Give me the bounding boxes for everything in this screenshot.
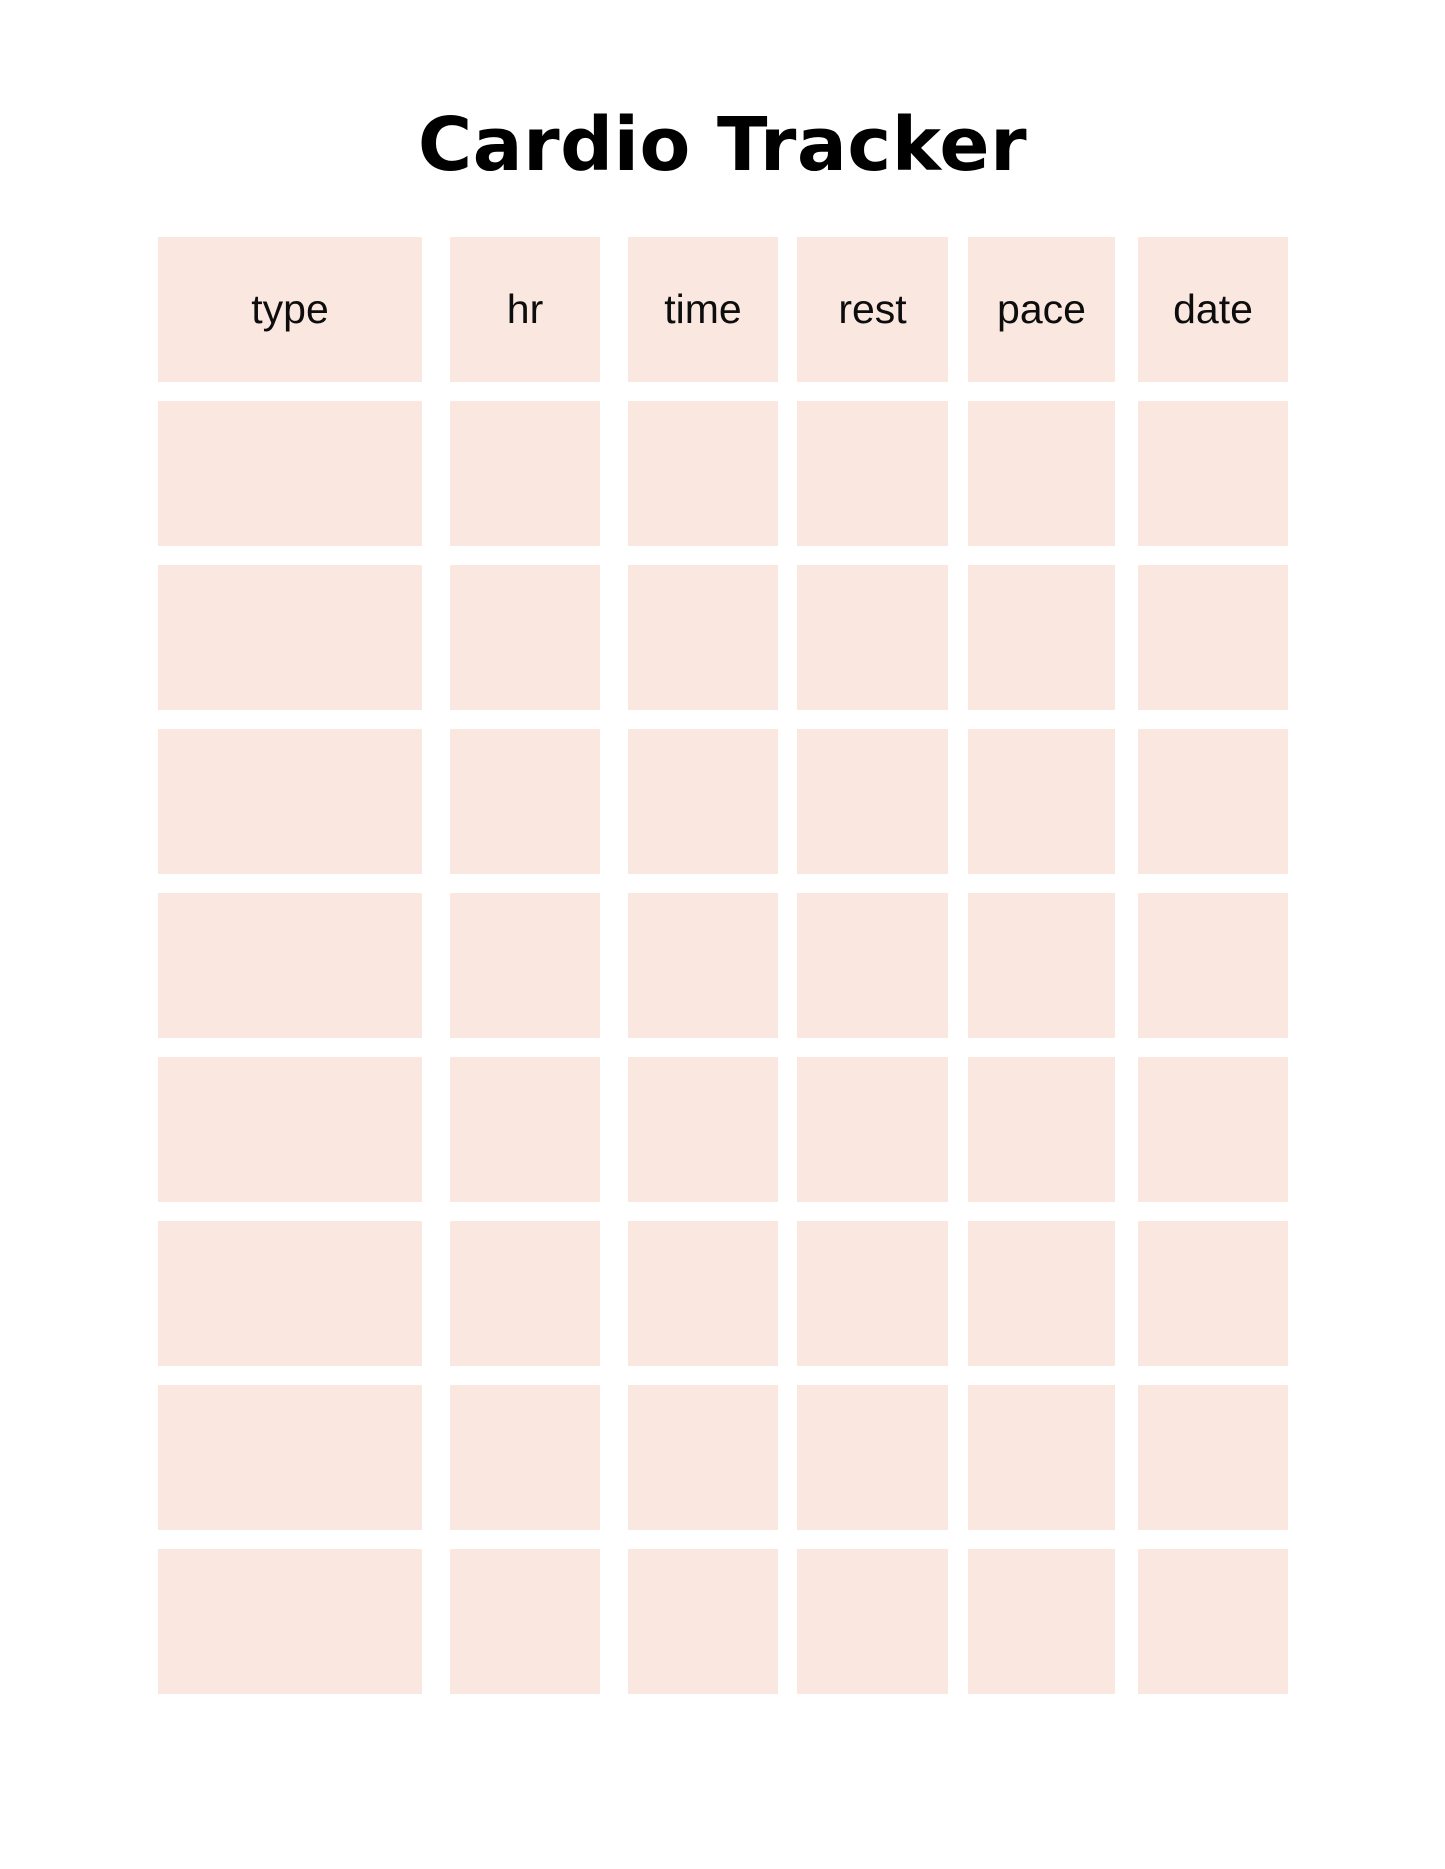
cell-date[interactable] [1138,729,1288,874]
cell-pace[interactable] [968,729,1115,874]
cell-hr[interactable] [450,729,600,874]
table-header-row: type hr time rest pace date [158,237,1288,382]
cell-type[interactable] [158,1057,422,1202]
column-header-label: rest [838,286,907,332]
table-row [158,401,1288,546]
cell-time[interactable] [628,1221,778,1366]
cell-type[interactable] [158,1385,422,1530]
table-row [158,729,1288,874]
cell-hr[interactable] [450,1057,600,1202]
cardio-tracker-page: Cardio Tracker type hr time rest pace date [0,0,1445,1869]
cell-time[interactable] [628,1385,778,1530]
cell-rest[interactable] [797,1385,948,1530]
cardio-tracker-table: type hr time rest pace date [158,237,1288,1694]
cell-date[interactable] [1138,1385,1288,1530]
cell-time[interactable] [628,729,778,874]
cell-rest[interactable] [797,401,948,546]
cell-rest[interactable] [797,893,948,1038]
column-header-pace: pace [968,237,1115,382]
cell-date[interactable] [1138,1057,1288,1202]
column-header-label: time [664,286,742,332]
cell-type[interactable] [158,565,422,710]
cell-type[interactable] [158,729,422,874]
column-header-time: time [628,237,778,382]
cell-hr[interactable] [450,565,600,710]
cell-type[interactable] [158,893,422,1038]
cell-rest[interactable] [797,1057,948,1202]
cell-rest[interactable] [797,729,948,874]
cell-hr[interactable] [450,1549,600,1694]
cell-rest[interactable] [797,565,948,710]
column-header-type: type [158,237,422,382]
cell-pace[interactable] [968,1385,1115,1530]
cell-pace[interactable] [968,893,1115,1038]
table-row [158,1221,1288,1366]
column-header-label: date [1173,286,1253,332]
cell-pace[interactable] [968,565,1115,710]
cell-hr[interactable] [450,401,600,546]
cell-time[interactable] [628,893,778,1038]
table-row [158,1057,1288,1202]
cell-date[interactable] [1138,565,1288,710]
cell-date[interactable] [1138,1221,1288,1366]
cell-date[interactable] [1138,893,1288,1038]
cell-hr[interactable] [450,1385,600,1530]
table-row [158,893,1288,1038]
cell-pace[interactable] [968,1221,1115,1366]
cell-time[interactable] [628,565,778,710]
cell-date[interactable] [1138,401,1288,546]
cell-type[interactable] [158,401,422,546]
cell-time[interactable] [628,1057,778,1202]
cell-hr[interactable] [450,1221,600,1366]
cell-type[interactable] [158,1221,422,1366]
cell-rest[interactable] [797,1221,948,1366]
cell-date[interactable] [1138,1549,1288,1694]
cell-time[interactable] [628,1549,778,1694]
table-row [158,565,1288,710]
column-header-label: hr [506,286,544,332]
cell-rest[interactable] [797,1549,948,1694]
cell-time[interactable] [628,401,778,546]
page-title: Cardio Tracker [417,102,1028,188]
table-row [158,1385,1288,1530]
table-row [158,1549,1288,1694]
column-header-date: date [1138,237,1288,382]
cell-type[interactable] [158,1549,422,1694]
cell-pace[interactable] [968,1549,1115,1694]
column-header-label: pace [997,286,1086,332]
cell-hr[interactable] [450,893,600,1038]
cell-pace[interactable] [968,401,1115,546]
cell-pace[interactable] [968,1057,1115,1202]
column-header-hr: hr [450,237,600,382]
column-header-label: type [251,286,329,332]
column-header-rest: rest [797,237,948,382]
